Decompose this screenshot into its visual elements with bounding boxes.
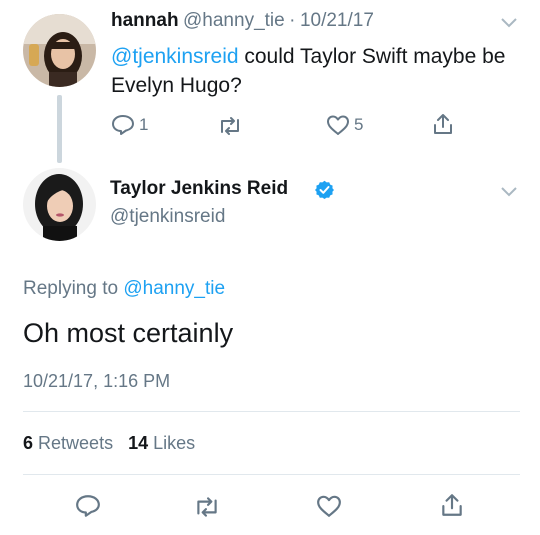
replying-prefix: Replying to	[23, 278, 124, 299]
verified-badge-icon	[315, 180, 334, 204]
header-separator: ·	[289, 10, 296, 31]
likes-link[interactable]: 14 Likes	[128, 433, 195, 453]
engagement-counts: 6 Retweets 14 Likes	[23, 433, 195, 454]
replying-to: Replying to @hanny_tie	[23, 278, 225, 300]
share-icon	[434, 114, 452, 134]
retweet-icon	[197, 497, 217, 517]
parent-tweet-header: hannah @hanny_tie · 10/21/17	[111, 10, 374, 32]
parent-avatar[interactable]	[23, 14, 96, 87]
main-display-name[interactable]: Taylor Jenkins Reid	[110, 178, 288, 200]
parent-date[interactable]: 10/21/17	[300, 10, 374, 31]
parent-reply-count: 1	[139, 115, 149, 134]
parent-like-count: 5	[354, 115, 364, 134]
parent-mention-link[interactable]: @tjenkinsreid	[111, 45, 239, 68]
main-chevron-down-icon[interactable]	[500, 185, 518, 203]
replying-handle-link[interactable]: @hanny_tie	[123, 278, 225, 299]
retweet-icon	[221, 117, 239, 135]
parent-reply-button[interactable]: 1	[111, 114, 148, 136]
main-tweet-text: Oh most certainly	[23, 318, 234, 348]
parent-share-button[interactable]	[431, 112, 455, 136]
parent-chevron-down-icon[interactable]	[500, 16, 518, 34]
main-like-button[interactable]	[316, 494, 342, 518]
reply-icon	[76, 495, 100, 517]
retweets-link[interactable]: 6 Retweets	[23, 433, 113, 453]
divider-bottom	[23, 474, 520, 475]
likes-label: Likes	[153, 433, 196, 453]
share-icon	[442, 494, 462, 516]
reply-icon	[112, 115, 134, 135]
main-avatar[interactable]	[23, 168, 96, 241]
likes-count: 14	[128, 433, 149, 453]
main-handle[interactable]: @tjenkinsreid	[110, 206, 225, 228]
parent-tweet-text: @tjenkinsreid could Taylor Swift maybe b…	[111, 42, 521, 100]
retweets-count: 6	[23, 433, 34, 453]
like-icon	[327, 115, 349, 135]
main-reply-button[interactable]	[75, 494, 101, 518]
parent-display-name[interactable]: hannah	[111, 10, 179, 31]
main-timestamp[interactable]: 10/21/17, 1:16 PM	[23, 371, 170, 392]
divider-top	[23, 411, 520, 412]
parent-retweet-button[interactable]	[217, 116, 247, 136]
like-icon	[317, 495, 341, 517]
parent-handle[interactable]: @hanny_tie	[183, 10, 285, 31]
main-share-button[interactable]	[439, 492, 465, 518]
main-retweet-button[interactable]	[193, 496, 221, 518]
retweets-label: Retweets	[38, 433, 114, 453]
thread-line	[57, 95, 62, 163]
parent-like-button[interactable]: 5	[326, 114, 363, 136]
